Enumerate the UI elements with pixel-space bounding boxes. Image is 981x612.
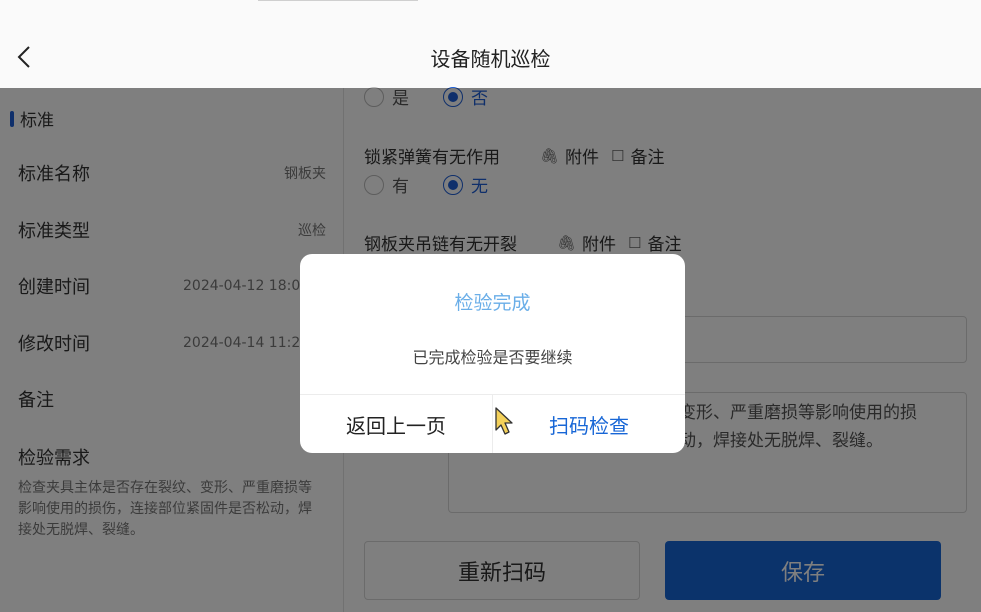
scan-check-button[interactable]: 扫码检查 <box>493 395 685 453</box>
status-bar <box>0 0 981 24</box>
back-arrow-icon[interactable] <box>12 44 38 70</box>
back-to-previous-button[interactable]: 返回上一页 <box>300 395 492 453</box>
mouse-pointer-icon <box>495 407 513 435</box>
status-divider <box>258 0 418 1</box>
inspection-complete-dialog: 检验完成 已完成检验是否要继续 返回上一页 扫码检查 <box>300 254 685 453</box>
dialog-title: 检验完成 <box>454 292 531 314</box>
nav-bar: 设备随机巡检 <box>0 24 981 88</box>
dialog-message: 已完成检验是否要继续 <box>412 348 573 367</box>
